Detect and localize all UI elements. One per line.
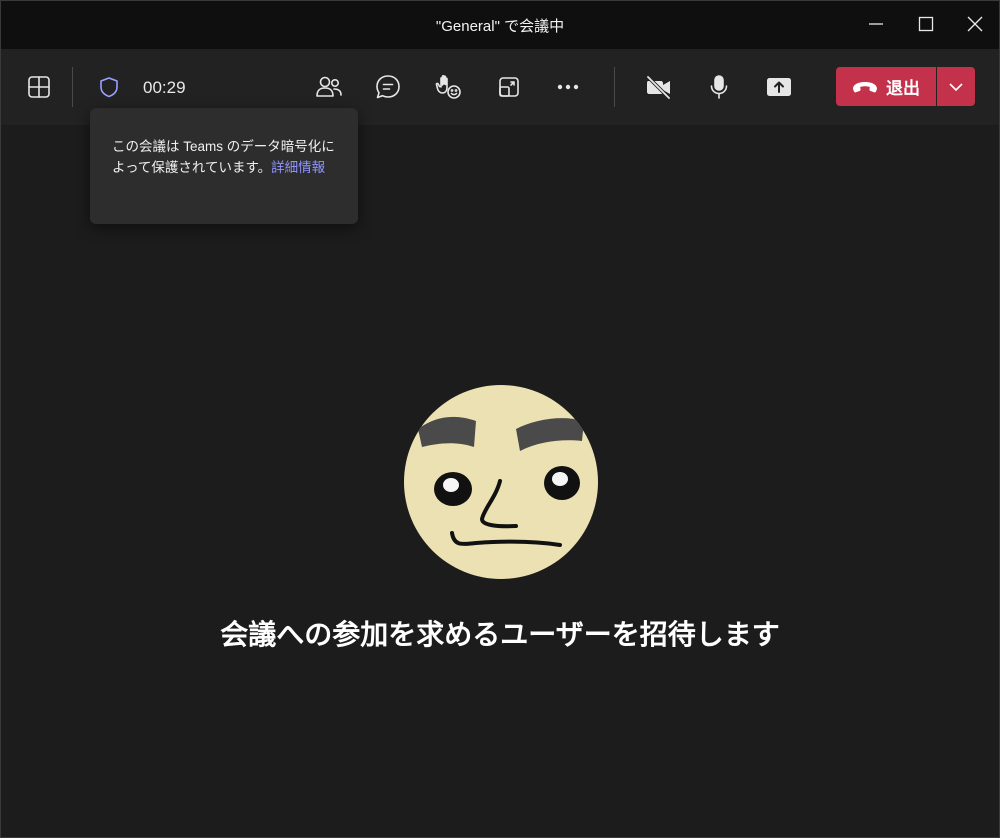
avatar <box>404 385 598 579</box>
maximize-button[interactable] <box>901 1 951 47</box>
layout-button[interactable] <box>19 67 59 107</box>
close-button[interactable] <box>950 1 999 47</box>
participants-button[interactable] <box>309 67 349 107</box>
leave-options-dropdown[interactable] <box>937 67 975 106</box>
leave-label: 退出 <box>886 79 920 98</box>
share-screen-icon <box>767 78 791 96</box>
toolbar-divider <box>72 67 73 107</box>
more-actions-button[interactable] <box>548 67 588 107</box>
share-screen-button[interactable] <box>759 67 799 107</box>
title-bar: "General" で会議中 <box>1 1 999 49</box>
reactions-button[interactable] <box>428 67 468 107</box>
camera-toggle-button[interactable] <box>639 67 679 107</box>
meeting-timer: 00:29 <box>143 78 186 97</box>
learn-more-link[interactable]: 詳細情報 <box>271 160 325 175</box>
layout-grid-icon <box>28 76 50 98</box>
chat-button[interactable] <box>368 67 408 107</box>
minimize-button[interactable] <box>851 1 901 47</box>
more-icon <box>557 84 579 90</box>
window-title: "General" で会議中 <box>435 18 565 35</box>
minimize-icon <box>869 23 883 25</box>
maximize-icon <box>918 16 934 32</box>
leave-button[interactable]: 退出 <box>836 67 936 106</box>
toolbar-divider <box>614 67 615 107</box>
close-icon <box>967 16 983 32</box>
chat-icon <box>376 75 400 99</box>
avatar-face-image <box>418 416 584 547</box>
camera-off-icon <box>646 75 671 99</box>
phone-hangup-icon <box>853 81 877 92</box>
mic-toggle-button[interactable] <box>699 67 739 107</box>
shield-icon <box>100 77 118 98</box>
invite-prompt: 会議への参加を求めるユーザーを招待します <box>220 619 780 650</box>
encryption-tooltip: この会議は Teams のデータ暗号化によって保護されています。詳細情報 <box>90 108 358 224</box>
teams-meeting-window: "General" で会議中 00:29 退出 この会議は Teams のデータ… <box>0 0 1000 838</box>
breakout-icon <box>499 77 519 97</box>
mic-icon <box>710 75 728 99</box>
raise-hand-icon <box>435 74 461 99</box>
breakout-rooms-button[interactable] <box>489 67 529 107</box>
encryption-shield-button[interactable] <box>89 67 129 107</box>
people-icon <box>316 76 342 97</box>
chevron-down-icon <box>949 82 963 91</box>
tooltip-content: この会議は Teams のデータ暗号化によって保護されています。詳細情報 <box>112 136 340 178</box>
